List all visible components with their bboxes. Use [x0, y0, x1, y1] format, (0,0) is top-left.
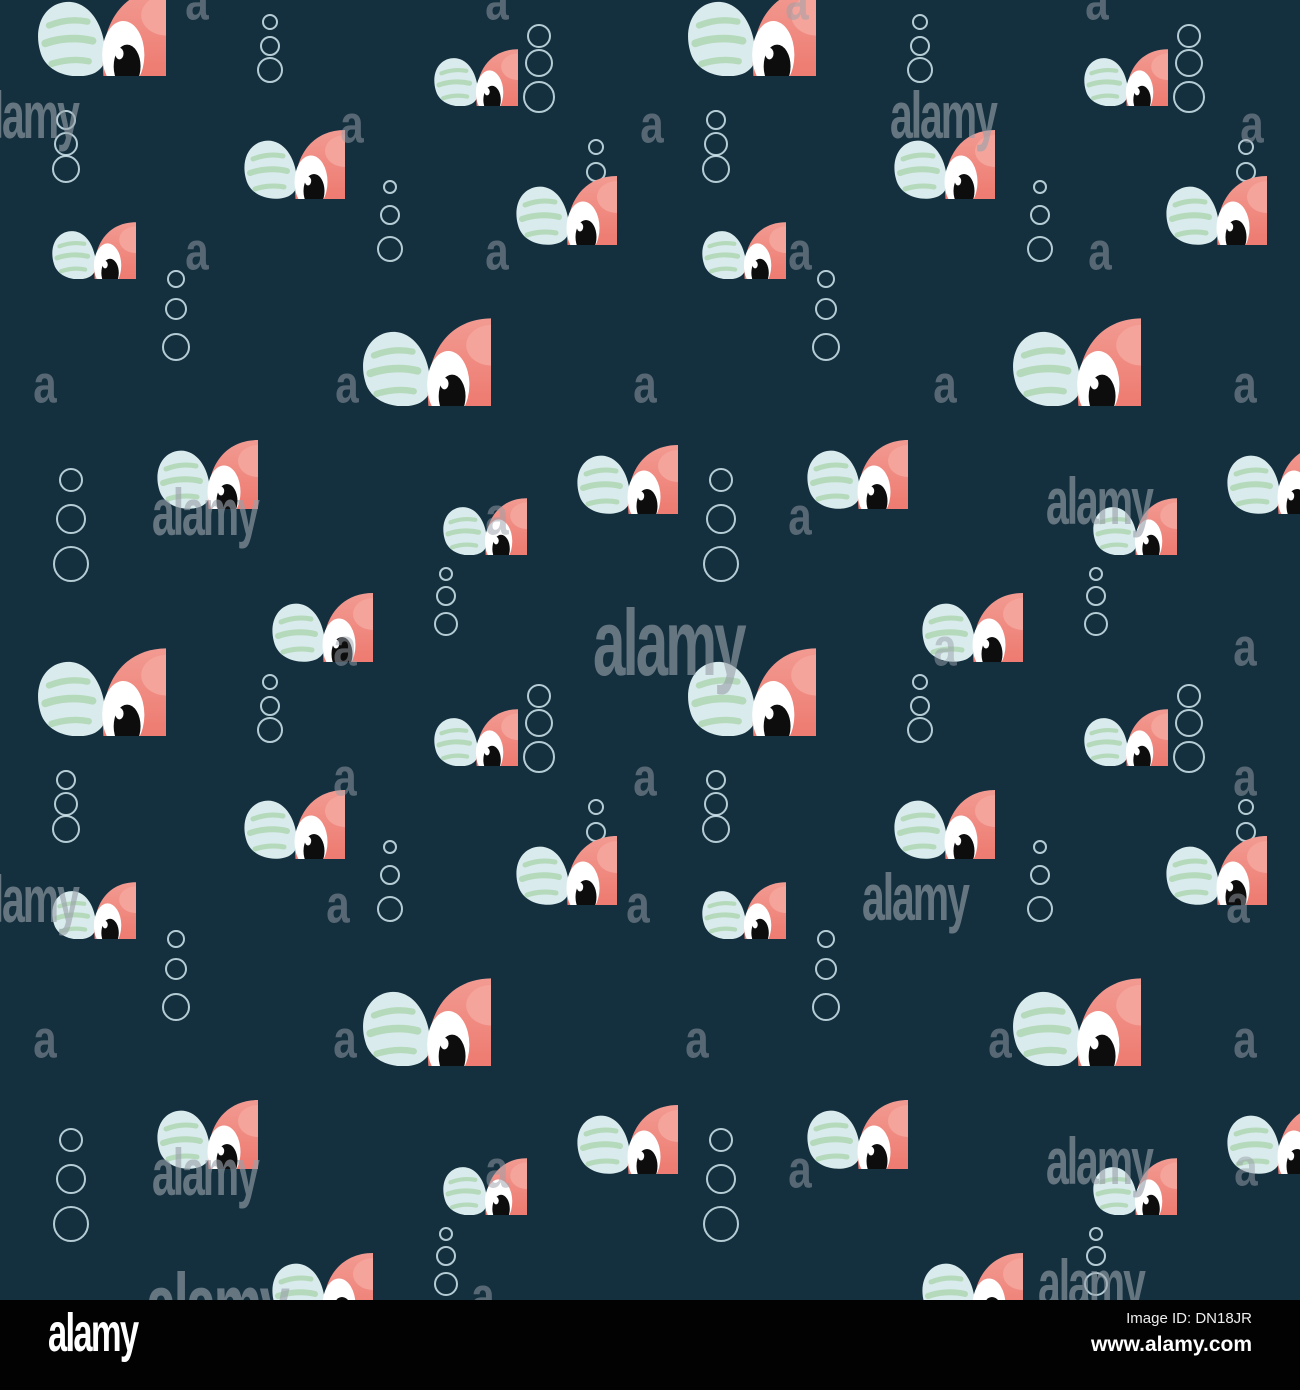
- fish-ml: [1007, 107, 1267, 245]
- watermark-a-mark: a: [988, 1009, 1012, 1070]
- bubble: [704, 792, 728, 816]
- watermark-a-mark: a: [633, 747, 657, 808]
- watermark-alamy-text: alamy: [1046, 464, 1154, 538]
- watermark-a-mark: a: [485, 486, 509, 547]
- watermark-a-mark: a: [335, 354, 359, 415]
- fish-l: [1134, 0, 1300, 76]
- bubble: [704, 132, 728, 156]
- bubble: [436, 1246, 456, 1266]
- bubble: [910, 36, 930, 56]
- watermark-alamy-text: alamy: [862, 860, 970, 934]
- bubble: [262, 674, 278, 690]
- bubble: [706, 110, 726, 130]
- watermark-alamy-text: alamy: [0, 862, 80, 936]
- watermark-a-mark: a: [633, 354, 657, 415]
- watermark-a-mark: a: [1233, 617, 1257, 678]
- bubble: [260, 696, 280, 716]
- bubble: [1089, 1227, 1103, 1241]
- alamy-logo: alamy: [48, 1303, 139, 1363]
- watermark-a-mark: a: [933, 617, 957, 678]
- fish-ml: [85, 61, 345, 199]
- footer-bar: alamy Image ID: DN18JR www.alamy.com: [0, 1300, 1300, 1390]
- bubble: [439, 567, 453, 581]
- bubble: [1086, 586, 1106, 606]
- fish-l: [0, 0, 166, 76]
- watermark-a-mark: a: [640, 94, 664, 155]
- bubble: [262, 14, 278, 30]
- watermark-a-mark: a: [1226, 874, 1250, 935]
- watermark-a-mark: a: [1233, 354, 1257, 415]
- bubble: [912, 674, 928, 690]
- fish-pattern-image: alamy alamy alamy alamy alamy alamy alamy alamy…: [0, 0, 1300, 1300]
- watermark-alamy-text: alamy: [890, 78, 998, 152]
- watermark-a-mark: a: [685, 1009, 709, 1070]
- fish-ml: [357, 767, 617, 905]
- watermark-a-mark: a: [333, 747, 357, 808]
- bubble: [1089, 567, 1103, 581]
- watermark-a-mark: a: [33, 354, 57, 415]
- bubble: [706, 770, 726, 790]
- watermark-alamy-text: alamy: [1046, 1124, 1154, 1198]
- watermark-a-mark: a: [1240, 94, 1264, 155]
- watermark-a-mark: a: [326, 874, 350, 935]
- bubble: [434, 1272, 458, 1296]
- bubble: [1084, 612, 1108, 636]
- bubble: [56, 770, 76, 790]
- fish-l: [809, 890, 1142, 1067]
- watermark-alamy-text: alamy: [593, 590, 747, 695]
- bubble: [910, 696, 930, 716]
- watermark-alamy-text: alamy: [152, 1135, 260, 1209]
- alamy-url-text: www.alamy.com: [1090, 1333, 1252, 1356]
- image-id-text: Image ID: DN18JR: [1126, 1310, 1252, 1327]
- watermark-a-mark: a: [1233, 747, 1257, 808]
- watermark-a-mark: a: [485, 1139, 509, 1200]
- watermark-a-mark: a: [33, 1009, 57, 1070]
- watermark-a-mark: a: [788, 1139, 812, 1200]
- bubble: [912, 14, 928, 30]
- bubble: [260, 36, 280, 56]
- fish-l: [159, 890, 492, 1067]
- watermark-a-mark: a: [626, 874, 650, 935]
- fish-ml: [735, 721, 995, 859]
- watermark-a-mark: a: [1085, 0, 1109, 32]
- footer-info: Image ID: DN18JR www.alamy.com: [1091, 1310, 1252, 1357]
- bubble: [436, 586, 456, 606]
- watermark-a-mark: a: [485, 0, 509, 32]
- bubble: [54, 792, 78, 816]
- watermark-a-mark: a: [340, 94, 364, 155]
- stock-photo-page: alamyalamyalamyalamyalamyalamyalamyalamy…: [0, 0, 1300, 1390]
- watermark-a-mark: a: [785, 0, 809, 32]
- watermark-a-mark: a: [485, 221, 509, 282]
- watermark-a-mark: a: [185, 0, 209, 32]
- fish-ml: [85, 721, 345, 859]
- fish-l: [1134, 560, 1300, 737]
- fish-l: [484, 0, 817, 76]
- fish-l: [0, 560, 166, 737]
- watermark-a-mark: a: [1088, 221, 1112, 282]
- watermark-a-mark: a: [933, 354, 957, 415]
- watermark-a-mark: a: [1233, 1009, 1257, 1070]
- watermark-a-mark: a: [333, 1009, 357, 1070]
- watermark-a-mark: a: [185, 221, 209, 282]
- bubble: [434, 612, 458, 636]
- watermark-alamy-text: alamy: [0, 78, 80, 152]
- watermark-a-mark: a: [333, 617, 357, 678]
- watermark-a-mark: a: [788, 221, 812, 282]
- watermark-a-mark: a: [1234, 1137, 1258, 1198]
- bubble: [439, 1227, 453, 1241]
- watermark-alamy-text: alamy: [152, 475, 260, 549]
- watermark-a-mark: a: [788, 486, 812, 547]
